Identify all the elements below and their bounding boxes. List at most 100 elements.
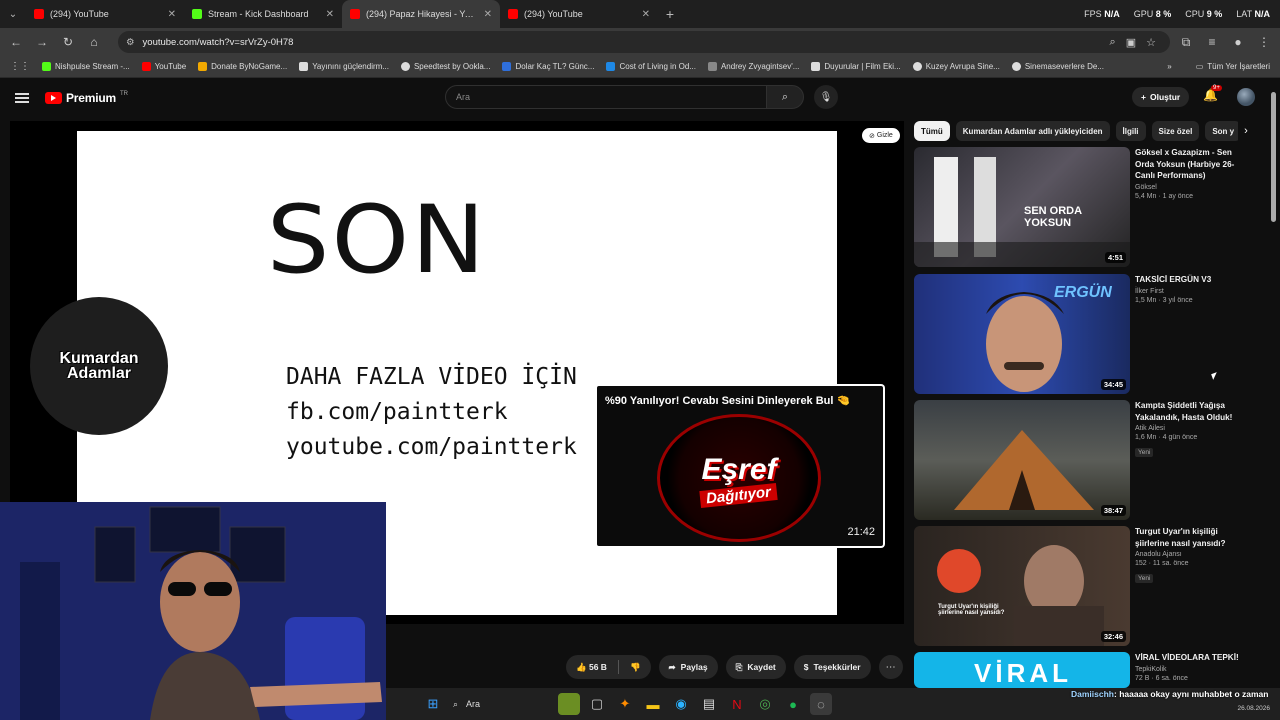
- avatar[interactable]: [1237, 88, 1255, 106]
- chevron-right-icon[interactable]: ›: [1238, 121, 1254, 141]
- end-card-duration: 21:42: [847, 526, 875, 538]
- like-count: 56 B: [588, 661, 607, 672]
- all-bookmarks[interactable]: ▭ Tüm Yer İşaretleri: [1190, 62, 1276, 71]
- channel-name[interactable]: TepkiKolik: [1135, 666, 1253, 673]
- recommendation-item[interactable]: SEN ORDA YOKSUN 4:51 Göksel x Gazapizm -…: [914, 147, 1254, 267]
- cast-icon[interactable]: ▣: [1126, 36, 1136, 49]
- site-info-icon[interactable]: ⚙: [126, 37, 135, 48]
- save-button[interactable]: ⎘ Kaydet: [725, 655, 786, 679]
- kebab-menu-icon[interactable]: ⋮: [1254, 32, 1274, 52]
- edge-icon[interactable]: ◉: [670, 693, 692, 715]
- new-tab-button[interactable]: +: [658, 6, 682, 22]
- widgets-icon[interactable]: [558, 693, 580, 715]
- thumbnail-text: VİRAL: [974, 658, 1072, 688]
- zoom-icon[interactable]: ⌕: [1110, 36, 1116, 49]
- scrollbar[interactable]: [1271, 92, 1276, 222]
- channel-name[interactable]: Göksel: [1135, 184, 1253, 191]
- channel-logo[interactable]: Kumardan Adamlar: [30, 297, 168, 435]
- search-button[interactable]: ⌕: [766, 85, 804, 109]
- search-icon: ⌕: [781, 90, 789, 103]
- bookmark[interactable]: Cost of Living in Od...: [600, 62, 701, 71]
- end-screen-video-card[interactable]: %90 Yanılıyor! Cevabı Sesini Dinleyerek …: [595, 384, 885, 548]
- search-input[interactable]: Ara: [445, 85, 767, 109]
- media-icon[interactable]: ≡: [1202, 32, 1222, 52]
- home-icon[interactable]: ⌂: [84, 32, 104, 52]
- chrome-icon[interactable]: ◎: [754, 693, 776, 715]
- like-button[interactable]: 👍 56 B: [576, 662, 607, 673]
- bookmark[interactable]: Nishpulse Stream -...: [36, 62, 136, 71]
- forward-arrow-icon[interactable]: →: [32, 32, 52, 52]
- more-actions-icon[interactable]: ⋯: [878, 655, 903, 679]
- store-icon[interactable]: ▤: [698, 693, 720, 715]
- recommendation-item[interactable]: VİRAL VİRAL VİDEOLARA TEPKİ! TepkiKolik …: [914, 652, 1254, 688]
- bookmark[interactable]: YouTube: [136, 62, 192, 71]
- netflix-icon[interactable]: N: [726, 693, 748, 715]
- chevron-right-icon[interactable]: »: [1161, 62, 1177, 71]
- browser-tab[interactable]: Stream - Kick Dashboard ✕: [184, 0, 342, 28]
- chip[interactable]: İlgili: [1115, 121, 1146, 141]
- close-icon[interactable]: ✕: [326, 9, 334, 20]
- apps-grid-icon[interactable]: ⋮⋮: [4, 61, 36, 72]
- thanks-button[interactable]: $ Teşekkürler: [793, 655, 871, 679]
- share-button[interactable]: ➦ Paylaş: [658, 655, 718, 679]
- dislike-button[interactable]: 👎: [630, 662, 641, 673]
- task-view-icon[interactable]: ▢: [586, 693, 608, 715]
- file-explorer-icon[interactable]: ▬: [642, 693, 664, 715]
- channel-name[interactable]: İlker First: [1135, 288, 1253, 295]
- video-title[interactable]: VİRAL VİDEOLARA TEPKİ!: [1135, 652, 1253, 664]
- hamburger-menu-icon[interactable]: [15, 93, 29, 103]
- channel-name[interactable]: Atik Ailesi: [1135, 425, 1253, 432]
- create-button[interactable]: + Oluştur: [1132, 87, 1190, 107]
- browser-tab[interactable]: (294) YouTube ✕: [26, 0, 184, 28]
- chip[interactable]: Son y: [1205, 121, 1242, 141]
- windows-start-icon[interactable]: ⊞: [422, 693, 444, 715]
- bookmark[interactable]: Dolar Kaç TL? Günc...: [496, 62, 600, 71]
- bookmark[interactable]: Andrey Zvyagintsev'...: [702, 62, 805, 71]
- star-icon[interactable]: ☆: [1146, 36, 1156, 49]
- obs-icon[interactable]: ◌: [810, 693, 832, 715]
- numbeo-icon: [606, 62, 616, 71]
- spotify-icon[interactable]: ●: [782, 693, 804, 715]
- video-title[interactable]: Göksel x Gazapizm - Sen Orda Yoksun (Har…: [1135, 147, 1253, 182]
- video-title[interactable]: TAKSİCİ ERGÜN V3: [1135, 274, 1253, 286]
- browser-tab-active[interactable]: (294) Papaz Hikayesi - YouTube ✕: [342, 0, 500, 28]
- end-card-thumbnail: Eşref Dağıtıyor: [657, 414, 821, 542]
- back-arrow-icon[interactable]: ←: [6, 32, 26, 52]
- recommendation-item[interactable]: 38:47 Kampta Şiddetli Yağışa Yakalandık,…: [914, 400, 1254, 520]
- copilot-icon[interactable]: ✦: [614, 693, 636, 715]
- video-title[interactable]: Turgut Uyar'ın kişiliği şiirlerine nasıl…: [1135, 526, 1253, 549]
- bookmark[interactable]: Sinemaseverlere De...: [1006, 62, 1110, 71]
- tab-search-icon[interactable]: ⌄: [0, 0, 26, 28]
- bookmark[interactable]: Speedtest by Ookla...: [395, 62, 497, 71]
- bookmark-label: Cost of Living in Od...: [619, 62, 696, 71]
- chip[interactable]: Tümü: [914, 121, 950, 141]
- bookmark[interactable]: Duyurular | Film Eki...: [805, 62, 906, 71]
- hide-button[interactable]: ⊘ Gizle: [862, 128, 900, 143]
- browser-tab[interactable]: (294) YouTube ✕: [500, 0, 658, 28]
- tab-title: (294) YouTube: [50, 9, 109, 19]
- bookmark[interactable]: Donate ByNoGame...: [192, 62, 293, 71]
- youtube-icon: [34, 9, 44, 19]
- youtube-logo[interactable]: Premium TR: [45, 91, 128, 105]
- extensions-icon[interactable]: ⧉: [1176, 32, 1196, 52]
- bookmark[interactable]: Yayınını güçlendirm...: [293, 62, 395, 71]
- chip[interactable]: Kumardan Adamlar adlı yükleyiciden: [955, 121, 1110, 141]
- close-icon[interactable]: ✕: [484, 9, 492, 20]
- close-icon[interactable]: ✕: [168, 9, 176, 20]
- youtube-icon: [141, 62, 151, 71]
- recommendation-item[interactable]: Turgut Uyar'ın kişiliği şiirlerine nasıl…: [914, 526, 1254, 646]
- address-bar[interactable]: ⚙ youtube.com/watch?v=srVrZy-0H78 ⌕ ▣ ☆: [118, 31, 1170, 53]
- reload-icon[interactable]: ↻: [58, 32, 78, 52]
- profile-icon[interactable]: ●: [1228, 32, 1248, 52]
- channel-name[interactable]: Anadolu Ajansı: [1135, 551, 1253, 558]
- bookmark[interactable]: Kuzey Avrupa Sine...: [907, 62, 1006, 71]
- globe-icon: [299, 62, 309, 71]
- video-stats: 1,5 Mn · 3 yıl önce: [1135, 296, 1193, 304]
- taskbar-search[interactable]: ⌕ Ara: [447, 693, 555, 715]
- hide-icon: ⊘: [869, 132, 875, 140]
- video-title[interactable]: Kampta Şiddetli Yağışa Yakalandık, Hasta…: [1135, 400, 1253, 423]
- close-icon[interactable]: ✕: [642, 9, 650, 20]
- recommendation-item[interactable]: ERGÜN 34:45 TAKSİCİ ERGÜN V3 İlker First…: [914, 274, 1254, 394]
- microphone-icon[interactable]: 🎙: [814, 85, 838, 109]
- chip[interactable]: Size özel: [1151, 121, 1200, 141]
